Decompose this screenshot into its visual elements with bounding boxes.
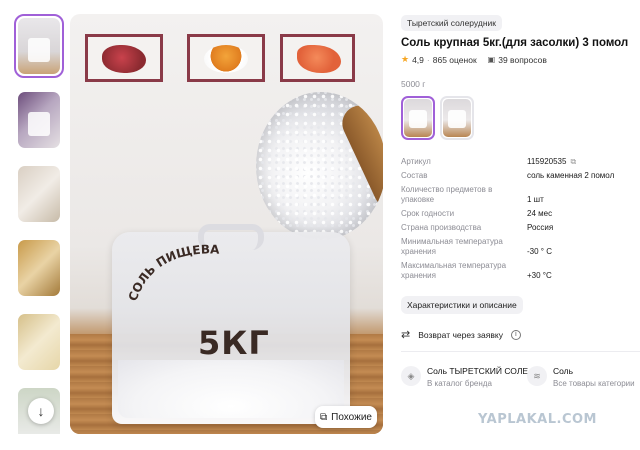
return-arrows-icon: ⇄	[401, 329, 411, 341]
similar-label: Похожие	[331, 411, 372, 423]
questions-icon: ▣	[487, 55, 496, 64]
arrow-down-icon: ↓	[37, 403, 45, 419]
spec-row: Состав соль каменная 2 помол	[401, 171, 633, 181]
salt-bag: СОЛЬ ПИЩЕВАЯ 5КГ	[112, 224, 350, 424]
spec-value: 1 шт	[527, 195, 544, 204]
category-link[interactable]: ≋ Соль Все товары категории	[527, 366, 635, 388]
spec-value: Россия	[527, 223, 554, 232]
salad-picture	[187, 34, 265, 82]
reviews-count[interactable]: 865 оценок	[433, 55, 477, 65]
thumbnail-3[interactable]	[14, 162, 64, 226]
specs-and-description-button[interactable]: Характеристики и описание	[401, 296, 523, 314]
spec-row: Артикул 115920535 ⧉	[401, 157, 633, 167]
category-link-subtitle: Все товары категории	[553, 379, 635, 388]
questions-count[interactable]: 39 вопросов	[498, 55, 547, 65]
spec-row: Максимальная температура хранения +30 °C	[401, 261, 633, 281]
specs-table: Артикул 115920535 ⧉ Состав соль каменная …	[401, 157, 633, 285]
brand-catalog-link[interactable]: ◈ Соль ТЫРЕТСКИЙ СОЛЕ В каталог бренда	[401, 366, 528, 388]
spec-value: 24 мес	[527, 209, 553, 218]
spec-key: Максимальная температура хранения	[401, 261, 507, 280]
spec-value: +30 °C	[527, 271, 552, 280]
info-icon[interactable]: i	[510, 329, 521, 340]
brand-link-subtitle: В каталог бренда	[427, 379, 492, 388]
spec-value: 115920535 ⧉	[527, 157, 633, 167]
divider	[401, 351, 640, 352]
spec-row: Срок годности 24 мес	[401, 209, 633, 219]
spec-row: Минимальная температура хранения -30 ° C	[401, 237, 633, 257]
return-policy-row[interactable]: ⇄ Возврат через заявку i	[401, 328, 521, 341]
similar-button[interactable]: ⧉ Похожие	[315, 406, 377, 428]
separator-dot: ·	[426, 54, 430, 65]
spec-key: Количество предметов в упаковке	[401, 185, 493, 204]
fish-picture	[280, 34, 355, 82]
variant-thumbnail-2[interactable]	[440, 96, 474, 140]
product-title: Соль крупная 5кг.(для засолки) 3 помол	[401, 37, 629, 49]
thumbnails-scroll-down-button[interactable]: ↓	[28, 398, 54, 424]
thumbnail-column	[14, 14, 66, 434]
spec-key: Страна производства	[401, 223, 482, 232]
svg-text:СОЛЬ ПИЩЕВАЯ: СОЛЬ ПИЩЕВАЯ	[124, 240, 220, 303]
spec-key: Артикул	[401, 157, 431, 166]
article-number: 115920535	[527, 157, 567, 166]
spec-row: Количество предметов в упаковке 1 шт	[401, 185, 633, 205]
stack-icon: ≋	[527, 366, 547, 386]
category-link-title: Соль	[553, 366, 574, 376]
return-label: Возврат через заявку	[418, 329, 503, 340]
brand-link-title: Соль ТЫРЕТСКИЙ СОЛЕ	[427, 366, 529, 376]
spec-row: Страна производства Россия	[401, 223, 633, 233]
watermark: YAPLAKAL.COM	[478, 412, 597, 427]
thumbnail-2[interactable]	[14, 88, 64, 152]
bag-print: СОЛЬ ПИЩЕВАЯ	[124, 240, 220, 303]
star-icon: ★	[401, 54, 410, 64]
salt-closeup	[256, 92, 383, 240]
similar-search-icon: ⧉	[320, 411, 328, 423]
weight-label: 5000 г	[401, 79, 426, 89]
thumbnail-5[interactable]	[14, 310, 64, 374]
main-product-image[interactable]: СОЛЬ ПИЩЕВАЯ 5КГ ⧉ Похожие	[70, 14, 383, 434]
spec-value: соль каменная 2 помол	[527, 171, 615, 180]
thumbnail-4[interactable]	[14, 236, 64, 300]
thumbnail-1[interactable]	[14, 14, 64, 78]
spec-key: Состав	[401, 171, 428, 180]
spec-key: Минимальная температура хранения	[401, 237, 503, 256]
copy-icon[interactable]: ⧉	[570, 157, 576, 167]
rating-value: 4,9	[412, 54, 424, 65]
tag-icon: ◈	[401, 366, 421, 386]
bag-weight-print: 5КГ	[198, 324, 270, 362]
variant-thumbnail-1[interactable]	[401, 96, 435, 140]
brand-chip[interactable]: Тыретский солерудник	[401, 15, 503, 31]
spec-key: Срок годности	[401, 209, 455, 218]
rating-row[interactable]: ★ 4,9 · 865 оценок ▣ 39 вопросов	[401, 54, 547, 65]
meat-picture	[85, 34, 163, 82]
spec-value: -30 ° C	[527, 247, 552, 256]
